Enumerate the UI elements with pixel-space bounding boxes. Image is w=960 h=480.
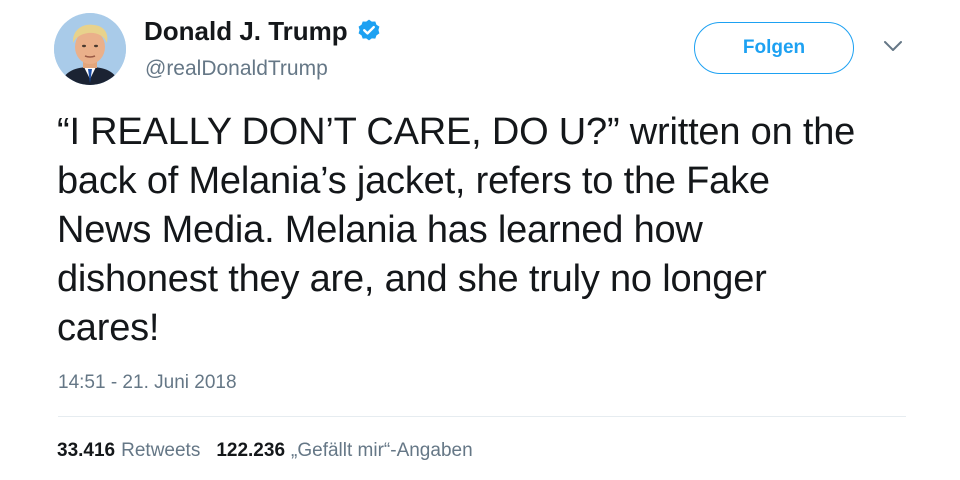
follow-button-label: Folgen <box>742 37 806 58</box>
likes-stat[interactable]: 122.236 „Gefällt mir“-Angaben <box>216 439 472 463</box>
tweet-timestamp[interactable]: 14:51 - 21. Juni 2018 <box>58 371 237 395</box>
divider <box>58 416 906 417</box>
verified-badge-icon <box>356 18 382 44</box>
likes-count: 122.236 <box>216 440 286 461</box>
tweet-text-line: News Media. Melania has learned how <box>57 209 703 251</box>
chevron-down-icon[interactable] <box>882 38 904 54</box>
tweet-text-line: cares! <box>57 307 160 349</box>
user-name[interactable]: Donald J. Trump <box>144 14 348 48</box>
likes-label: „Gefällt mir“-Angaben <box>291 440 473 461</box>
tweet-stats: 33.416 Retweets 122.236 „Gefällt mir“-An… <box>57 439 489 463</box>
retweets-stat[interactable]: 33.416 Retweets <box>57 439 200 463</box>
avatar-image <box>54 13 126 85</box>
retweets-label: Retweets <box>121 440 201 461</box>
tweet-text-line: dishonest they are, and she truly no lon… <box>57 258 767 300</box>
user-handle[interactable]: @realDonaldTrump <box>145 55 328 83</box>
tweet-text-line: “I REALLY DON’T CARE, DO U?” written on … <box>57 111 856 153</box>
tweet-card: Donald J. Trump @realDonaldTrump Folgen … <box>0 0 960 480</box>
user-name-row[interactable]: Donald J. Trump <box>144 14 382 48</box>
follow-button[interactable]: Folgen <box>694 22 854 74</box>
tweet-text-line: back of Melania’s jacket, refers to the … <box>57 160 770 202</box>
avatar[interactable] <box>54 13 126 85</box>
retweets-count: 33.416 <box>57 440 116 461</box>
tweet-text: “I REALLY DON’T CARE, DO U?” written on … <box>57 108 937 353</box>
